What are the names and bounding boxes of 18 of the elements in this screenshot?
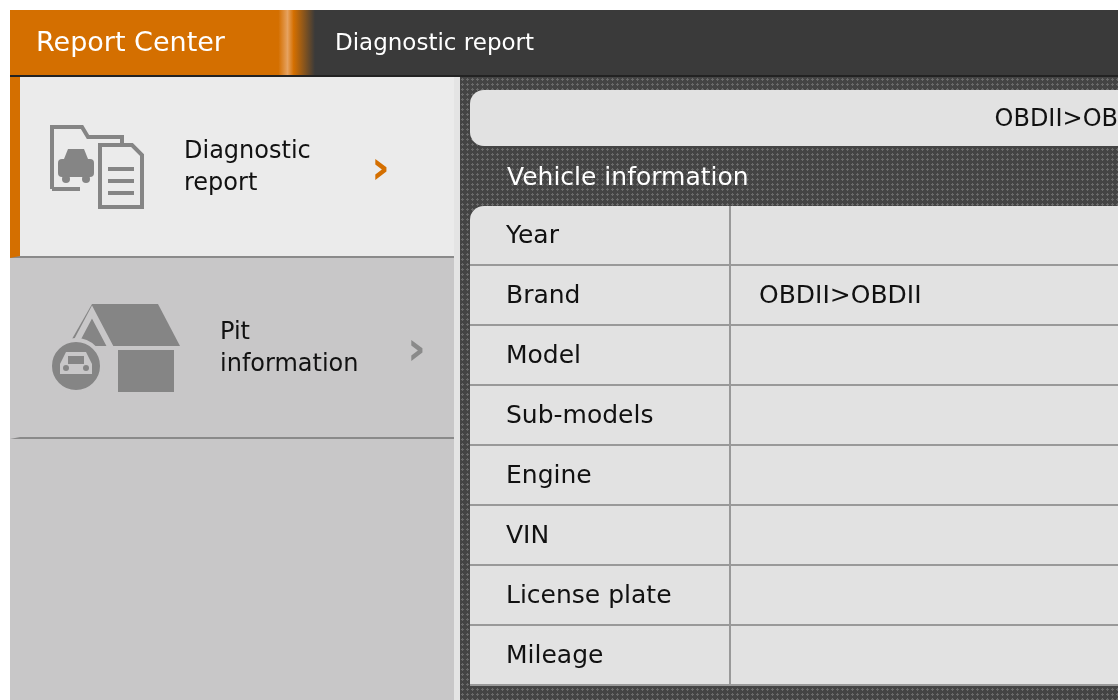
table-cell: Engine <box>470 445 731 504</box>
section-title: Vehicle information <box>506 161 750 193</box>
table-cell: Sub-models <box>470 385 731 444</box>
table-cell: Model <box>470 325 731 384</box>
table-cell: VIN <box>470 505 731 564</box>
table-cell: License plate <box>470 565 731 624</box>
sidebar-item[interactable]: Diagnostic report › <box>10 77 454 258</box>
path-text: OBDII>OB <box>994 103 1118 134</box>
item-label: Diagnostic report <box>184 135 312 198</box>
chevron-icon: › <box>371 143 390 190</box>
table-cell: Mileage <box>470 625 731 684</box>
item-label: Pit information <box>220 316 360 379</box>
table-cell: Brand <box>470 265 731 324</box>
table-cell: Year <box>470 205 731 264</box>
app-title: Report Center <box>10 10 315 75</box>
page-title: Diagnostic report <box>334 28 535 58</box>
table-cell-text: OBDII>OBDII <box>758 278 923 311</box>
chevron-icon: › <box>407 324 426 371</box>
